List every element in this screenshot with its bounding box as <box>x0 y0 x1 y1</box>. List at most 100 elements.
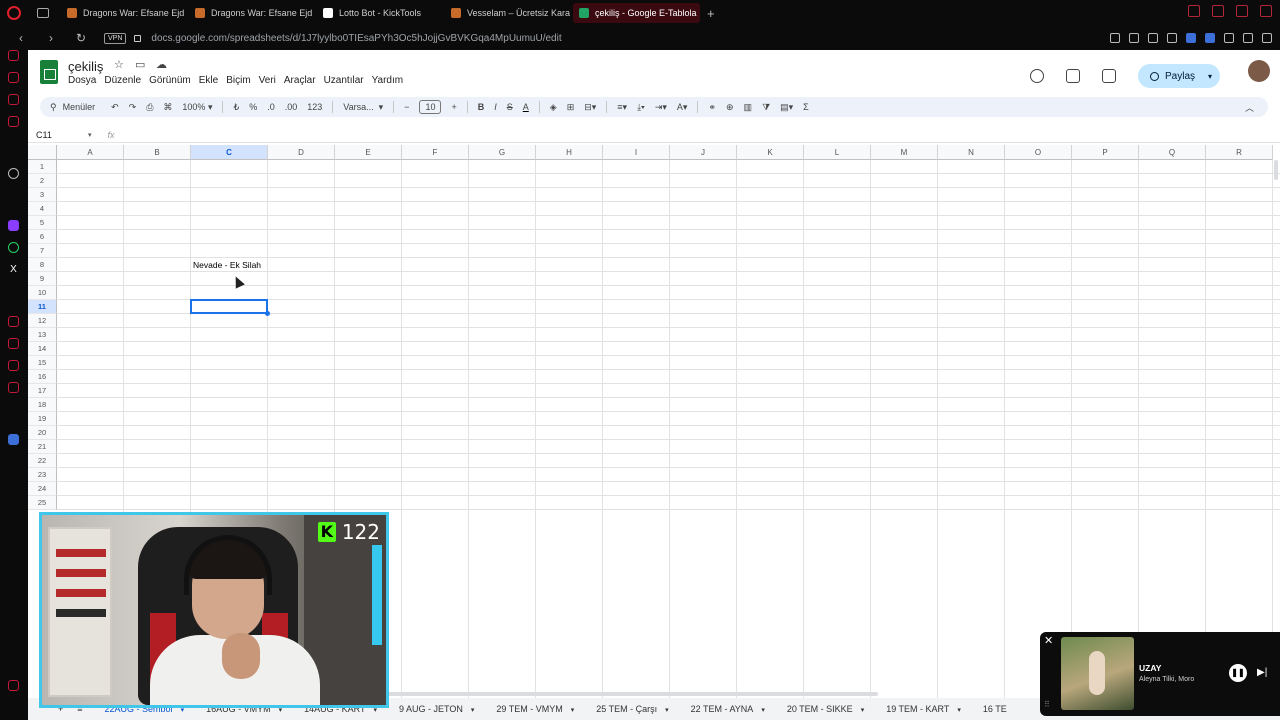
row-header-3[interactable]: 3 <box>28 188 57 202</box>
menu-help[interactable]: Yardım <box>372 75 404 86</box>
avatar[interactable] <box>1248 60 1270 82</box>
name-box[interactable]: C11 <box>36 130 88 140</box>
browser-tab[interactable]: Dragons War: Efsane Ejd <box>189 3 316 23</box>
sidebar-aria-icon[interactable] <box>8 50 19 61</box>
strikethrough-button[interactable]: S <box>507 102 513 112</box>
menu-insert[interactable]: Ekle <box>199 75 218 86</box>
italic-button[interactable]: I <box>494 102 497 112</box>
column-header-m[interactable]: M <box>871 145 938 160</box>
column-header-d[interactable]: D <box>268 145 335 160</box>
column-header-q[interactable]: Q <box>1139 145 1206 160</box>
maximize-icon[interactable] <box>1236 5 1248 17</box>
row-header-14[interactable]: 14 <box>28 342 57 356</box>
star-icon[interactable]: ☆ <box>114 60 125 71</box>
percent-button[interactable]: % <box>249 102 257 112</box>
decrease-decimal-button[interactable]: .0 <box>267 102 275 112</box>
sidebar-heart-icon[interactable] <box>8 316 19 327</box>
selected-cell[interactable] <box>190 299 268 314</box>
column-header-j[interactable]: J <box>670 145 737 160</box>
row-header-22[interactable]: 22 <box>28 454 57 468</box>
menu-extensions[interactable]: Uzantılar <box>324 75 364 86</box>
merge-cells-icon[interactable]: ⊟▾ <box>584 102 596 113</box>
lock-icon[interactable] <box>134 34 142 42</box>
font-select[interactable]: Varsa... ▾ <box>343 102 383 113</box>
sheet-tab[interactable]: 29 TEM - VMYM ▾ <box>496 704 574 714</box>
chevron-down-icon[interactable]: ▾ <box>279 707 283 714</box>
search-tabs-icon[interactable] <box>1188 5 1200 17</box>
horizontal-scrollbar[interactable] <box>358 692 878 696</box>
sidebar-gx-icon[interactable] <box>8 94 19 105</box>
row-header-10[interactable]: 10 <box>28 286 57 300</box>
forward-icon[interactable]: › <box>42 31 60 45</box>
undo-icon[interactable]: ↶ <box>111 102 119 113</box>
opera-logo-icon[interactable] <box>7 6 21 20</box>
decrease-font-size-button[interactable]: − <box>404 102 409 112</box>
chevron-down-icon[interactable]: ▾ <box>1208 72 1212 81</box>
browser-tab[interactable]: Lotto Bot - KickTools <box>317 3 444 23</box>
sheet-tab[interactable]: 16 TE <box>983 704 1007 714</box>
row-header-19[interactable]: 19 <box>28 412 57 426</box>
row-header-18[interactable]: 18 <box>28 398 57 412</box>
move-folder-icon[interactable]: ▭ <box>135 60 146 71</box>
redo-icon[interactable]: ↷ <box>129 102 137 113</box>
chevron-down-icon[interactable]: ▾ <box>761 707 765 714</box>
heart-icon[interactable] <box>1167 33 1177 43</box>
chevron-down-icon[interactable]: ▾ <box>571 707 575 714</box>
insert-comment-icon[interactable]: ⊕ <box>726 102 734 113</box>
column-header-i[interactable]: I <box>603 145 670 160</box>
sidebar-whatsapp-icon[interactable] <box>8 242 19 253</box>
increase-decimal-button[interactable]: .00 <box>285 102 298 112</box>
row-header-1[interactable]: 1 <box>28 160 57 174</box>
text-color-button[interactable]: A <box>523 102 529 112</box>
version-history-icon[interactable] <box>1030 69 1044 83</box>
sidebar-news-icon[interactable] <box>8 116 19 127</box>
bookmark-icon[interactable] <box>1110 33 1120 43</box>
document-title[interactable]: çekiliş <box>68 59 103 74</box>
download-icon[interactable] <box>1243 33 1253 43</box>
row-header-5[interactable]: 5 <box>28 216 57 230</box>
menu-view[interactable]: Görünüm <box>149 75 191 86</box>
fill-color-icon[interactable]: ◈ <box>550 102 557 113</box>
sidebar-gear-icon[interactable] <box>8 382 19 393</box>
new-tab-button[interactable]: + <box>707 6 715 21</box>
minimize-icon[interactable] <box>1212 5 1224 17</box>
column-header-c[interactable]: C <box>191 145 268 160</box>
row-header-6[interactable]: 6 <box>28 230 57 244</box>
extension-icon[interactable] <box>1186 33 1196 43</box>
close-icon[interactable]: ✕ <box>1044 634 1053 647</box>
filter-views-icon[interactable]: ▤▾ <box>780 102 793 113</box>
filter-icon[interactable]: ⧩ <box>762 102 770 113</box>
player-icon[interactable] <box>1148 33 1158 43</box>
select-all-corner[interactable] <box>28 145 57 160</box>
reload-icon[interactable]: ↻ <box>72 31 90 45</box>
sidebar-extension-icon[interactable] <box>8 434 19 445</box>
sidebar-workspace-icon[interactable] <box>8 72 19 83</box>
menu-data[interactable]: Veri <box>259 75 276 86</box>
vpn-badge[interactable]: VPN <box>104 32 127 44</box>
sidebar-twitch-icon[interactable] <box>8 220 19 231</box>
snapshot-icon[interactable] <box>1129 33 1139 43</box>
sheet-tab[interactable]: 19 TEM - KART ▾ <box>886 704 961 714</box>
text-wrapping-icon[interactable]: ⇥▾ <box>655 102 667 113</box>
sidebar-x-icon[interactable]: X <box>8 264 19 275</box>
menu-tools[interactable]: Araçlar <box>284 75 316 86</box>
row-header-4[interactable]: 4 <box>28 202 57 216</box>
sheet-tab[interactable]: 20 TEM - SIKKE ▾ <box>787 704 864 714</box>
row-header-25[interactable]: 25 <box>28 496 57 510</box>
paint-format-icon[interactable]: ⌘ <box>163 102 172 113</box>
menu-format[interactable]: Biçim <box>226 75 250 86</box>
cell-c8[interactable]: Nevade - Ek Silah <box>193 260 261 270</box>
text-rotation-button[interactable]: A ▾ <box>677 102 688 113</box>
chevron-down-icon[interactable]: ▾ <box>861 707 865 714</box>
back-icon[interactable]: ‹ <box>12 31 30 45</box>
column-header-g[interactable]: G <box>469 145 536 160</box>
vertical-scrollbar[interactable] <box>1274 160 1278 180</box>
collapse-toolbar-icon[interactable]: ︿ <box>1245 101 1254 114</box>
meet-video-icon[interactable] <box>1102 69 1116 83</box>
translate-icon[interactable] <box>1205 33 1215 43</box>
row-header-24[interactable]: 24 <box>28 482 57 496</box>
borders-icon[interactable]: ⊞ <box>567 102 575 113</box>
sidebar-gx-corner-icon[interactable] <box>8 680 19 691</box>
sidebar-settings-icon[interactable] <box>8 168 19 179</box>
tab-overview-icon[interactable] <box>37 8 49 18</box>
